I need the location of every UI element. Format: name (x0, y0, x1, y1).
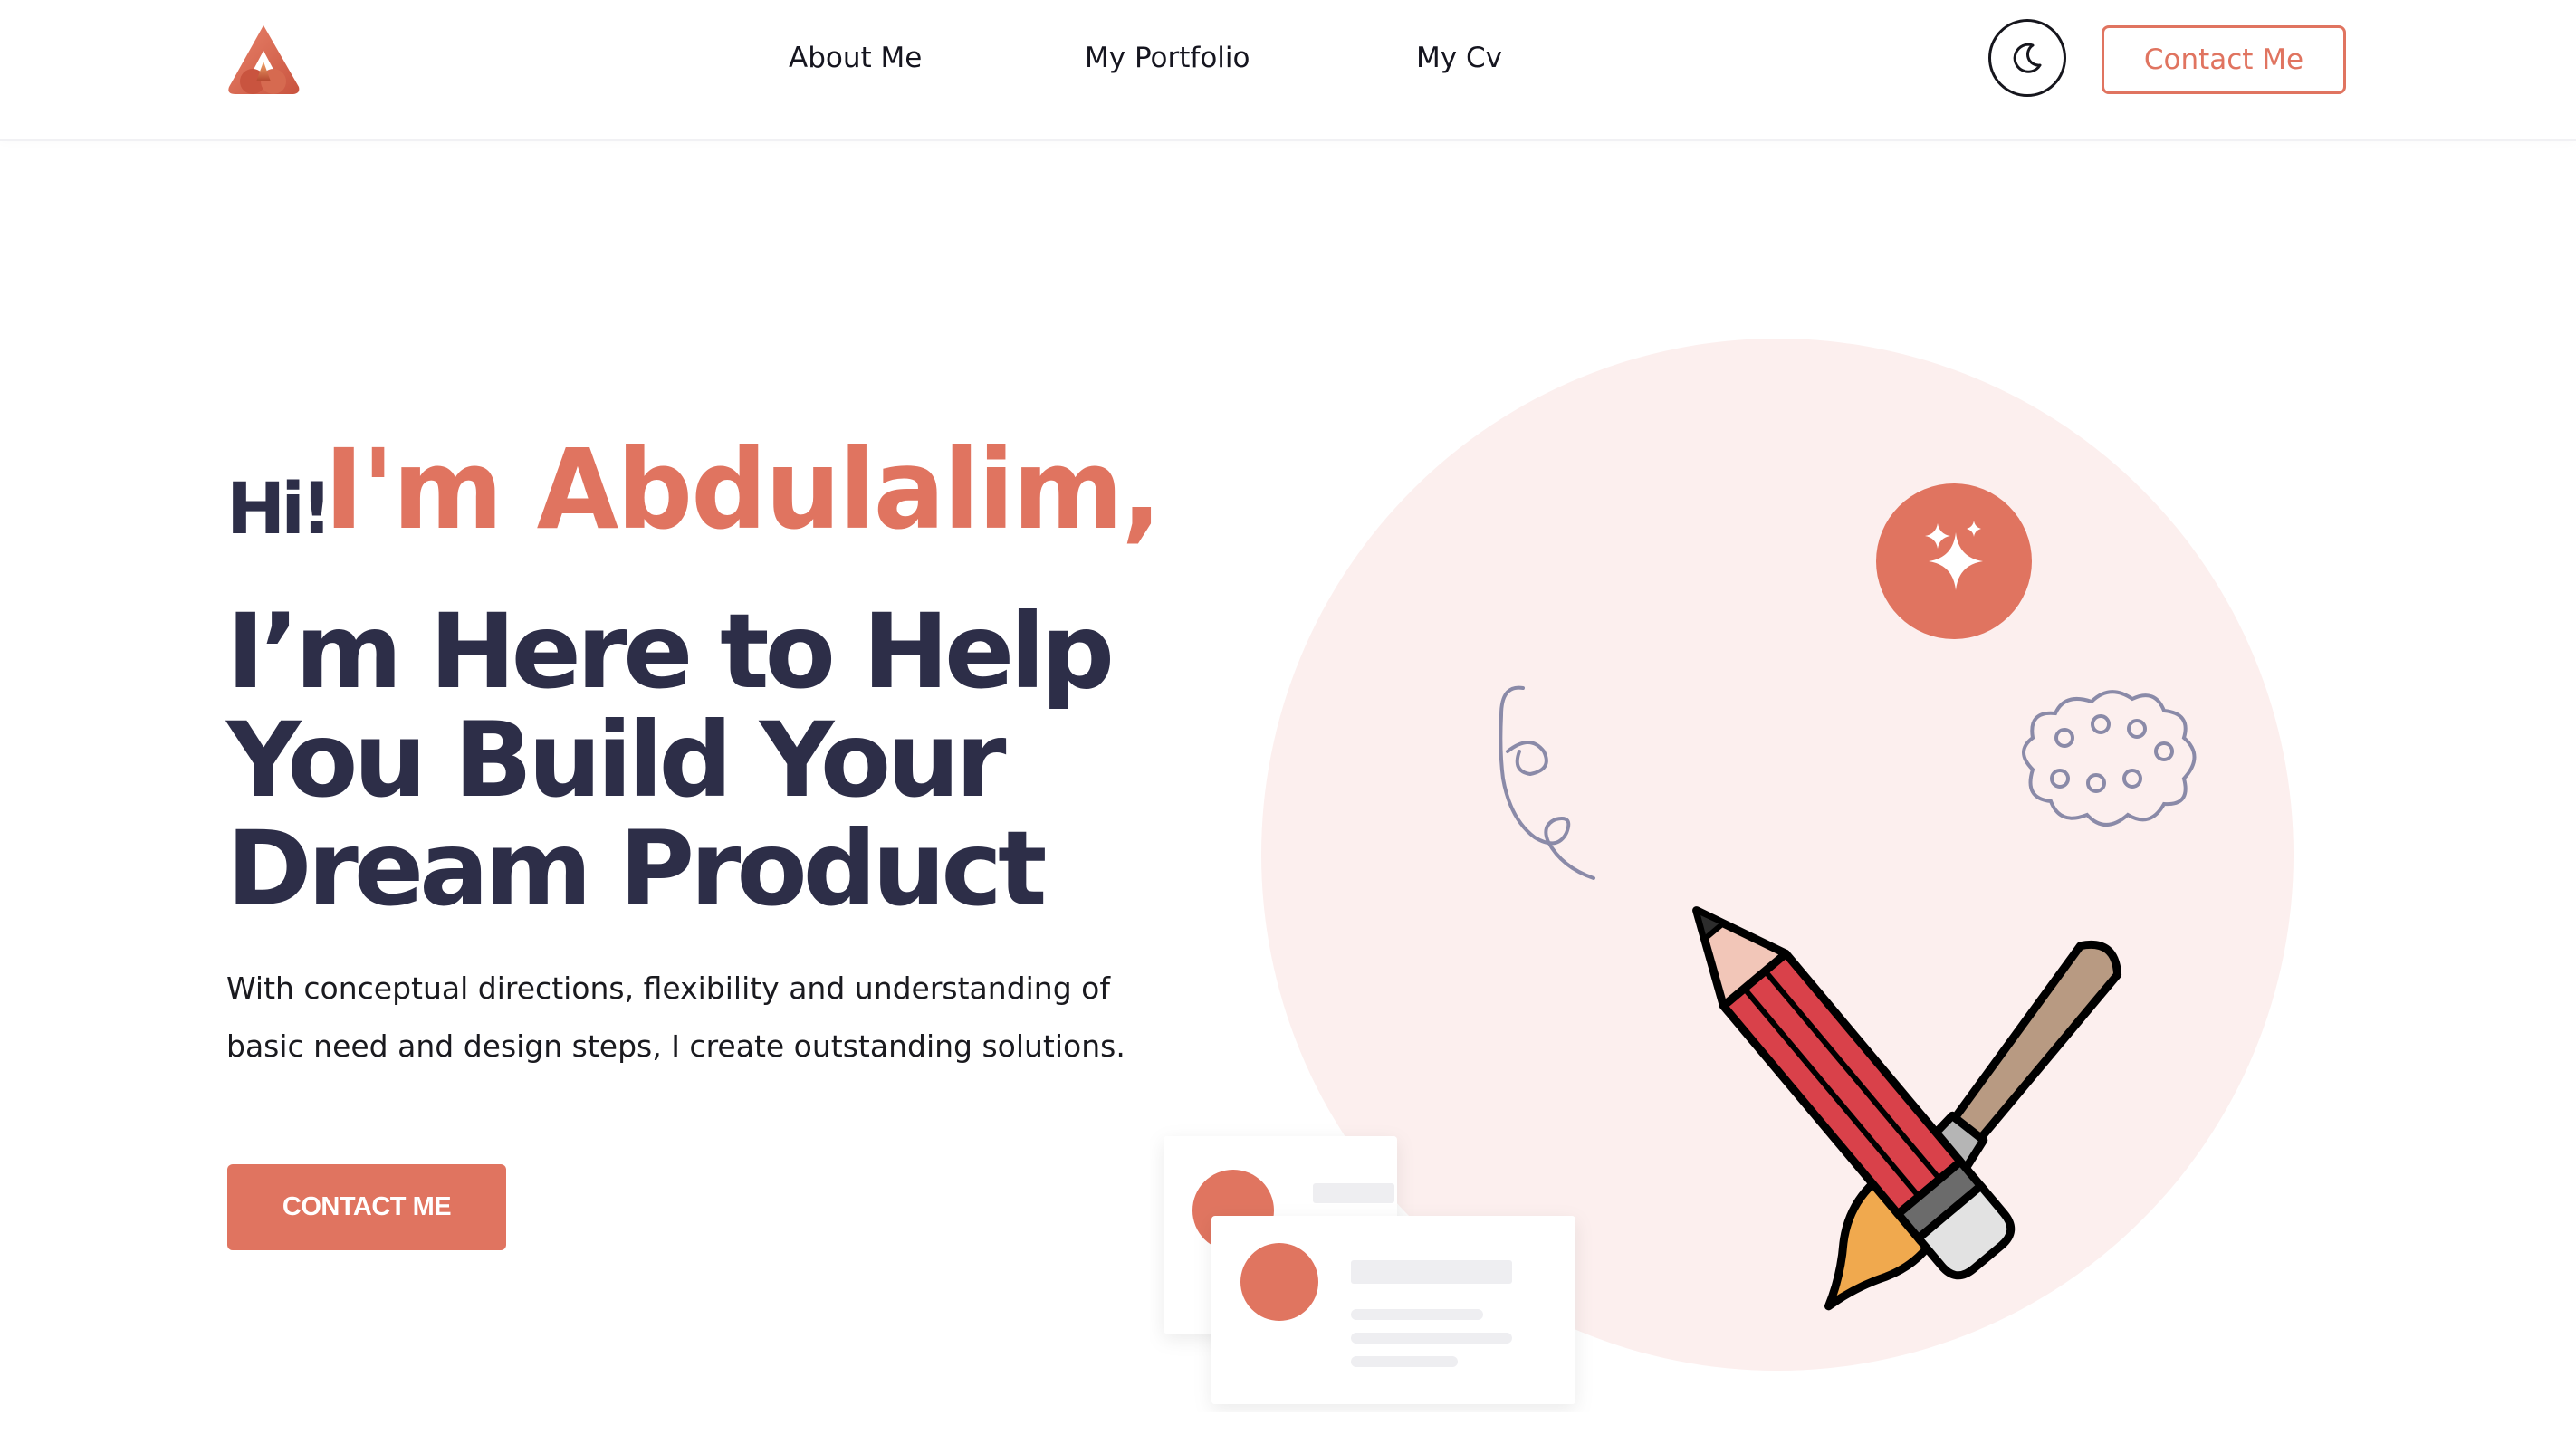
site-header: About Me My Portfolio My Cv Contact Me (0, 0, 2576, 141)
headline-line-1: I’m Here to Help (226, 591, 1115, 712)
nav-my-portfolio[interactable]: My Portfolio (1085, 36, 1250, 80)
hero-illustration (1150, 326, 2327, 1412)
theme-toggle-button[interactable] (1988, 19, 2066, 97)
sparkle-icon (1876, 483, 2032, 639)
hero-headline: I’m Here to Help You Build Your Dream Pr… (226, 598, 1177, 923)
headline-line-2: You Build Your (226, 700, 1007, 820)
logo-icon[interactable] (226, 24, 301, 96)
header-contact-button[interactable]: Contact Me (2102, 25, 2346, 94)
hero-contact-button[interactable]: CONTACT ME (227, 1164, 506, 1250)
moon-icon (2013, 43, 2042, 73)
profile-card-front (1211, 1216, 1575, 1404)
headline-line-3: Dream Product (226, 808, 1048, 929)
description-line-2: basic need and design steps, I create ou… (226, 1028, 1125, 1064)
description-line-1: With conceptual directions, flexibility … (226, 971, 1110, 1006)
nav-my-cv[interactable]: My Cv (1416, 36, 1502, 80)
greeting-hi: Hi! (226, 469, 333, 550)
hero-description: With conceptual directions, flexibility … (226, 960, 1177, 1076)
greeting-name: I'm Abdulalim, (324, 426, 1162, 554)
page: About Me My Portfolio My Cv Contact Me H… (0, 0, 2576, 1444)
nav-about-me[interactable]: About Me (789, 36, 922, 80)
